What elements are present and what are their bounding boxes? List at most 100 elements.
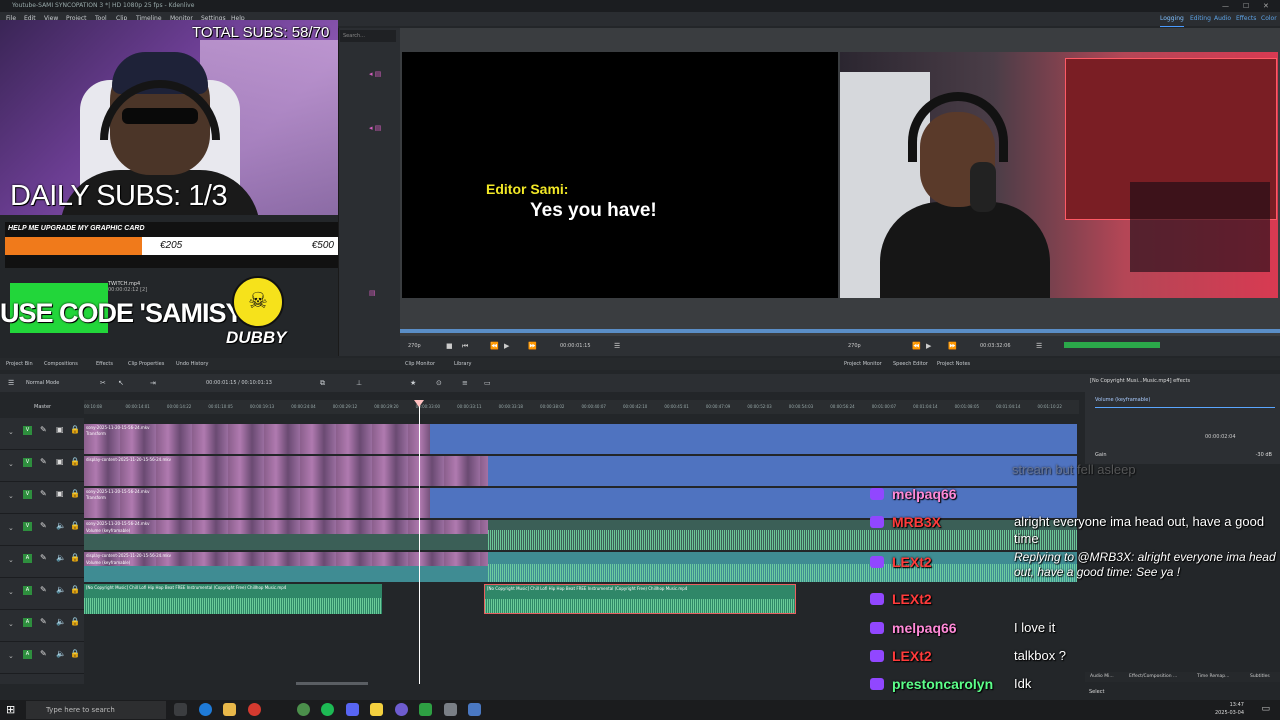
select-tool-icon[interactable]: ↖ [118, 374, 124, 392]
close-button[interactable]: ✕ [1263, 0, 1269, 12]
forward-icon[interactable]: ⏩ [948, 336, 957, 356]
split-icon[interactable]: ▭ [484, 374, 491, 392]
timeline-scrollbar[interactable] [296, 682, 368, 685]
edit-mode-select[interactable]: Normal Mode [26, 374, 59, 392]
edge-icon[interactable] [199, 703, 212, 716]
track-header-v3[interactable]: ⌄ V ✎ ▣ 🔒 [0, 450, 84, 482]
gain-value[interactable]: -30 dB [1256, 452, 1272, 458]
layout-audio[interactable]: Audio [1214, 12, 1231, 26]
lock-icon[interactable]: 🔒 [70, 553, 80, 562]
timeline-timecode[interactable]: 00:00:01:15 / 00:10:01:13 [206, 374, 272, 392]
tab-clip-monitor[interactable]: Clip Monitor [405, 358, 435, 370]
prev-icon[interactable]: ⏮ [462, 336, 468, 356]
track-header-v4[interactable]: ⌄ V ✎ ▣ 🔒 [0, 418, 84, 450]
app-icon[interactable] [419, 703, 432, 716]
layout-editing[interactable]: Editing [1190, 12, 1211, 26]
tab-project-bin[interactable]: Project Bin [6, 358, 33, 370]
stop-icon[interactable]: ■ [446, 336, 453, 356]
bin-marker-icon[interactable]: ◂ ▤ [369, 124, 381, 132]
lock-icon[interactable]: 🔒 [70, 521, 80, 530]
effect-volume[interactable]: Volume (keyframable) [1095, 397, 1150, 403]
collapse-icon[interactable]: ⌄ [8, 428, 14, 436]
chrome-icon[interactable] [297, 703, 310, 716]
menu-icon[interactable]: ☰ [614, 336, 620, 356]
mute-icon[interactable]: 🔈 [56, 585, 66, 594]
lock-icon[interactable]: 🔒 [70, 617, 80, 626]
minimize-button[interactable]: — [1222, 0, 1229, 12]
lock-icon[interactable]: 🔒 [70, 489, 80, 498]
hide-icon[interactable]: ▣ [56, 425, 64, 434]
rewind-icon[interactable]: ⏪ [490, 336, 499, 356]
mute-icon[interactable]: 🔈 [56, 521, 66, 530]
mute-icon[interactable]: 🔈 [56, 617, 66, 626]
file-explorer-icon[interactable] [223, 703, 236, 716]
notes-icon[interactable] [370, 703, 383, 716]
collapse-icon[interactable]: ⌄ [8, 620, 14, 628]
hide-icon[interactable]: ▣ [56, 489, 64, 498]
spacer-tool-icon[interactable]: ⇥ [150, 374, 156, 392]
project-monitor-frame[interactable] [840, 52, 1278, 298]
play-icon[interactable]: ▶ [926, 336, 931, 356]
hide-icon[interactable]: ▣ [56, 457, 64, 466]
effect-timecode[interactable]: 00:00:02:04 [1205, 434, 1236, 440]
snap-icon[interactable]: ⧉ [320, 374, 325, 392]
collapse-icon[interactable]: ⌄ [8, 492, 14, 500]
tab-clip-properties[interactable]: Clip Properties [128, 358, 164, 370]
insert-icon[interactable]: ⊥ [356, 374, 362, 392]
selected-music-clip[interactable]: [No Copyright Music] Chill Lofi Hip Hop … [484, 584, 796, 614]
pencil-icon[interactable]: ✎ [40, 521, 47, 530]
clip-zoom-select[interactable]: 270p [408, 336, 421, 356]
tool-list-icon[interactable]: ☰ [8, 374, 14, 392]
layout-effects[interactable]: Effects [1236, 12, 1256, 26]
maximize-button[interactable]: ☐ [1243, 0, 1249, 12]
collapse-icon[interactable]: ⌄ [8, 460, 14, 468]
collapse-icon[interactable]: ⌄ [8, 524, 14, 532]
lock-icon[interactable]: 🔒 [70, 649, 80, 658]
track-header-a1[interactable]: ⌄ A ✎ 🔈 🔒 [0, 546, 84, 578]
bin-marker-icon[interactable]: ▤ [369, 289, 376, 297]
playhead[interactable] [419, 400, 420, 684]
forward-icon[interactable]: ⏩ [528, 336, 537, 356]
mute-icon[interactable]: 🔈 [56, 553, 66, 562]
obs-icon[interactable] [248, 703, 261, 716]
tab-audio-mixer[interactable]: Audio Mi... [1090, 672, 1114, 682]
audio-tracks-icon[interactable]: ≡ [462, 374, 468, 392]
menu-icon[interactable]: ☰ [1036, 336, 1042, 356]
notification-icon[interactable]: ▭ [1261, 704, 1270, 714]
status-select[interactable]: Select [1089, 686, 1104, 698]
bin-clip-item[interactable]: TWITCH.mp4 00:00:02:12 [2] [108, 281, 147, 293]
pencil-icon[interactable]: ✎ [40, 425, 47, 434]
task-view-icon[interactable] [174, 703, 187, 716]
pencil-icon[interactable]: ✎ [40, 585, 47, 594]
layout-logging[interactable]: Logging [1160, 12, 1184, 27]
tab-library[interactable]: Library [454, 358, 471, 370]
tab-time-remap[interactable]: Time Remap... [1197, 672, 1229, 682]
kdenlive-icon[interactable] [395, 703, 408, 716]
track-header-a3[interactable]: ⌄ A ✎ 🔈 🔒 [0, 610, 84, 642]
discord-icon[interactable] [346, 703, 359, 716]
taskbar-search-input[interactable]: Type here to search [26, 701, 166, 719]
track-header-v2[interactable]: ⌄ V ✎ ▣ 🔒 [0, 482, 84, 514]
audio-track-a3[interactable]: [No Copyright Music] Chill Lofi Hip Hop … [84, 584, 382, 614]
clip-monitor-frame[interactable] [402, 52, 838, 298]
collapse-icon[interactable]: ⌄ [8, 588, 14, 596]
pencil-icon[interactable]: ✎ [40, 649, 47, 658]
project-timecode[interactable]: 00:03:32:06 [980, 336, 1011, 356]
pencil-icon[interactable]: ✎ [40, 489, 47, 498]
playhead-handle[interactable] [414, 400, 424, 407]
razor-icon[interactable]: ✂ [100, 374, 106, 392]
system-clock[interactable]: 13:47 2025-03-04 [1215, 701, 1244, 717]
timeline-ruler[interactable]: 00:10:08 00:00:14:01 00:00:14:22 00:01:10:0… [84, 400, 1079, 414]
mute-icon[interactable]: 🔈 [56, 649, 66, 658]
windows-start-icon[interactable]: ⊞ [6, 704, 18, 716]
video-track-v4[interactable]: sony-2025-11-20-15-56-24.mkv Transform [84, 424, 1077, 454]
collapse-icon[interactable]: ⌄ [8, 556, 14, 564]
settings-gear-icon[interactable] [444, 703, 457, 716]
keyframe-curve[interactable] [1095, 407, 1275, 430]
project-zoom-select[interactable]: 270p [848, 336, 861, 356]
tab-project-monitor[interactable]: Project Monitor [844, 358, 882, 370]
tab-effects[interactable]: Effects [96, 358, 113, 370]
tab-effect-composition[interactable]: Effect/Composition ... [1129, 672, 1177, 682]
favorite-icon[interactable]: ★ [410, 374, 416, 392]
bin-search-input[interactable]: Search... [340, 30, 396, 42]
